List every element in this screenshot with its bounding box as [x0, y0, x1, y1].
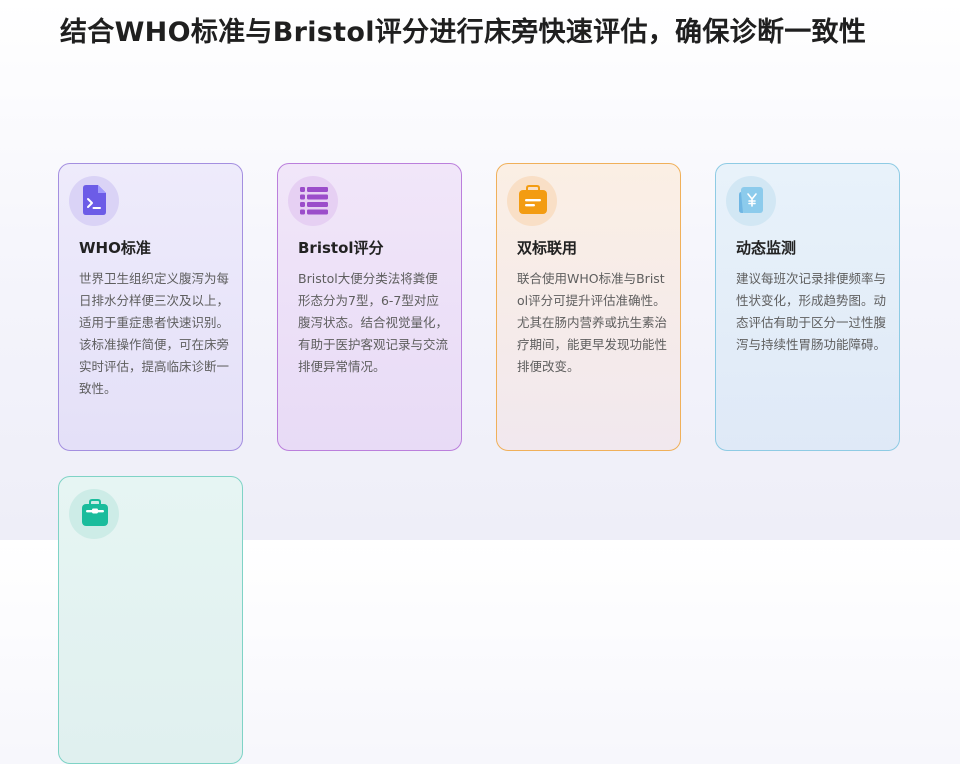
slide-title: 结合WHO标准与Bristol评分进行床旁快速评估，确保诊断一致性 — [60, 17, 867, 48]
card-description: Bristol大便分类法将粪便形态分为7型，6-7型对应腹泻状态。结合视觉量化，… — [298, 271, 449, 374]
card-bristol-score: Bristol评分 Bristol大便分类法将粪便形态分为7型，6-7型对应腹泻… — [277, 163, 462, 451]
card-title: 双标联用 — [517, 239, 578, 257]
wallet-icon — [518, 184, 547, 216]
card-title: 动态监测 — [736, 239, 797, 257]
card-who-standard: WHO标准 世界卫生组织定义腹泻为每日排水分样便三次及以上，适用于重症患者快速识… — [58, 163, 243, 451]
card-description: 联合使用WHO标准与Bristol评分可提升评估准确性。尤其在肠内营养或抗生素治… — [517, 271, 668, 374]
terminal-file-icon — [80, 184, 108, 216]
card-dynamic-monitoring: 动态监测 建议每班次记录排便频率与性状变化，形成趋势图。动态评估有助于区分一过性… — [715, 163, 900, 451]
toolbox-icon — [80, 497, 108, 529]
card-description: 世界卫生组织定义腹泻为每日排水分样便三次及以上，适用于重症患者快速识别。该标准操… — [79, 271, 230, 396]
card-title: Bristol评分 — [298, 239, 384, 257]
card-fifth — [58, 476, 243, 764]
list-icon — [299, 184, 328, 216]
card-title: WHO标准 — [79, 239, 151, 257]
card-description: 建议每班次记录排便频率与性状变化，形成趋势图。动态评估有助于区分一过性腹泻与持续… — [736, 271, 887, 352]
yen-bill-icon — [737, 184, 765, 216]
card-dual-standard: 双标联用 联合使用WHO标准与Bristol评分可提升评估准确性。尤其在肠内营养… — [496, 163, 681, 451]
